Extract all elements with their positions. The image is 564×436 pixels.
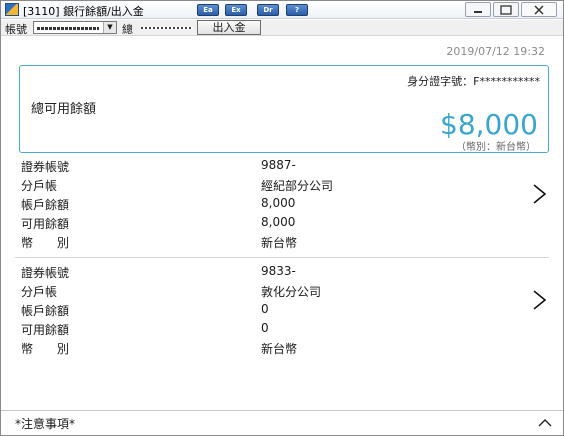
currency-label: 幣別 (21, 342, 94, 356)
account-row: 可用餘額 8,000 (21, 215, 521, 233)
available-label: 可用餘額 (21, 323, 70, 337)
window-title: [3110] 銀行餘額/出入金 (23, 5, 144, 18)
title-bar: [3110] 銀行餘額/出入金 Ea Ex Dr ? (1, 1, 563, 19)
close-icon (534, 5, 544, 15)
chevron-right-icon[interactable] (529, 182, 549, 206)
account-row: 分戶帳 敦化分公司 (21, 283, 521, 301)
balance-label: 帳戶餘額 (21, 304, 70, 318)
account-row: 分戶帳 經紀部分公司 (21, 177, 521, 195)
minimize-icon (474, 11, 482, 13)
currency-note: （幣別：新台幣） (456, 142, 536, 153)
summary-card: 身分證字號：F*********** 總可用餘額 $8,000 （幣別：新台幣） (19, 65, 549, 153)
account-number-value: 9833- (261, 264, 296, 278)
available-label: 可用餘額 (21, 217, 70, 231)
divider (15, 257, 549, 258)
balance-label: 帳戶餘額 (21, 198, 70, 212)
branch-value: 經紀部分公司 (261, 179, 334, 193)
available-value: 0 (261, 321, 269, 335)
account-row: 帳戶餘額 0 (21, 302, 521, 320)
branch-label: 分戶帳 (21, 179, 58, 193)
account-number-label: 證券帳號 (21, 160, 70, 174)
account-row: 幣別 新台幣 (21, 340, 521, 358)
notes-label: *注意事項* (15, 417, 76, 431)
branch-value: 敦化分公司 (261, 285, 322, 299)
masked-account-number (37, 27, 99, 30)
dropdown-arrow-icon[interactable]: ▼ (103, 22, 116, 33)
account-bar: 帳號 ▼ 總 出入金 (1, 20, 563, 36)
branch-label: 分戶帳 (21, 285, 58, 299)
account-number-value: 9887- (261, 158, 296, 172)
toolbar-button-ea[interactable]: Ea (197, 4, 219, 16)
toolbar-button-dr[interactable]: Dr (257, 4, 279, 16)
minimize-button[interactable] (465, 2, 491, 17)
currency-label: 幣別 (21, 236, 94, 250)
account-row: 證券帳號 9833- (21, 264, 521, 282)
balance-value: 0 (261, 302, 269, 316)
total-available-label: 總可用餘額 (31, 102, 97, 117)
account-row: 可用餘額 0 (21, 321, 521, 339)
total-available-amount: $8,000 (440, 108, 538, 141)
close-button[interactable] (521, 2, 557, 17)
account-row: 證券帳號 9887- (21, 158, 521, 176)
toolbar-button-help[interactable]: ? (286, 4, 308, 16)
toolbar-button-ex[interactable]: Ex (225, 4, 247, 16)
chevron-up-icon[interactable] (537, 416, 553, 430)
account-item[interactable]: 證券帳號 9887- 分戶帳 經紀部分公司 帳戶餘額 8,000 可用餘額 8,… (15, 158, 549, 254)
timestamp: 2019/07/12 19:32 (446, 45, 545, 58)
chevron-right-icon[interactable] (529, 288, 549, 312)
currency-value: 新台幣 (261, 236, 298, 250)
maximize-icon (500, 5, 512, 15)
deposit-withdraw-button[interactable]: 出入金 (197, 20, 261, 35)
account-item[interactable]: 證券帳號 9833- 分戶帳 敦化分公司 帳戶餘額 0 可用餘額 0 幣別 新台… (15, 264, 549, 360)
app-window: [3110] 銀行餘額/出入金 Ea Ex Dr ? 帳號 ▼ 總 出入金 20… (0, 0, 564, 436)
name-label: 總 (122, 23, 133, 36)
available-value: 8,000 (261, 215, 296, 229)
account-select[interactable]: ▼ (33, 21, 117, 34)
app-logo-icon (5, 3, 19, 16)
id-number: 身分證字號：F*********** (407, 75, 540, 88)
account-row: 幣別 新台幣 (21, 234, 521, 252)
account-label: 帳號 (5, 23, 27, 36)
account-number-label: 證券帳號 (21, 266, 70, 280)
notes-bar[interactable]: *注意事項* (1, 410, 563, 435)
account-row: 帳戶餘額 8,000 (21, 196, 521, 214)
currency-value: 新台幣 (261, 342, 298, 356)
masked-name (141, 27, 193, 29)
balance-value: 8,000 (261, 196, 296, 210)
maximize-button[interactable] (493, 2, 519, 17)
